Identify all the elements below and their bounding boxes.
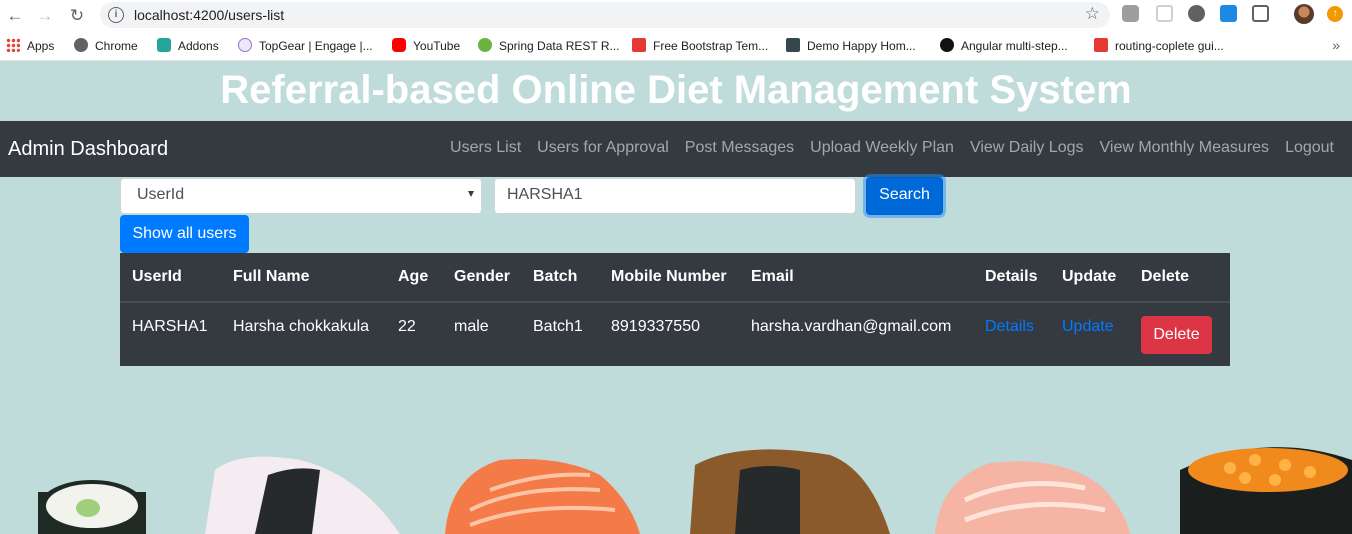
roe-gunkan-image <box>1180 447 1352 534</box>
bookmark-angular[interactable]: Angular multi-step... <box>940 38 1068 54</box>
search-field-select[interactable]: UserId <box>120 178 482 214</box>
cell-userid: HARSHA1 <box>132 318 208 335</box>
cell-full-name: Harsha chokkakula <box>233 318 370 335</box>
nav-users-for-approval[interactable]: Users for Approval <box>537 139 669 157</box>
nav-users-list[interactable]: Users List <box>450 139 521 157</box>
browser-toolbar: ← → ↻ i localhost:4200/users-list ☆ ↑ <box>0 0 1352 31</box>
extension-blue-icon[interactable] <box>1220 5 1237 22</box>
apps-grid-icon <box>6 38 20 52</box>
bookmark-youtube[interactable]: YouTube <box>392 38 460 54</box>
bookmark-addons[interactable]: Addons <box>157 38 219 54</box>
column-header-mobile: Mobile Number <box>611 268 727 285</box>
cell-batch: Batch1 <box>533 318 583 335</box>
table-header-row: UserId Full Name Age Gender Batch Mobile… <box>120 253 1230 303</box>
extension-box-icon[interactable] <box>1156 5 1173 22</box>
bookmarks-bar: Apps Chrome Addons TopGear | Engage |...… <box>0 31 1352 61</box>
address-bar[interactable]: i localhost:4200/users-list ☆ <box>100 2 1110 28</box>
table-row: HARSHA1 Harsha chokkakula 22 male Batch1… <box>120 303 1230 366</box>
page-title: Referral-based Online Diet Management Sy… <box>220 68 1132 112</box>
site-info-icon[interactable]: i <box>108 7 124 23</box>
cell-mobile: 8919337550 <box>611 318 700 335</box>
w3-icon <box>786 38 800 52</box>
column-header-delete: Delete <box>1141 268 1190 285</box>
admin-navbar: Admin Dashboard Users List Users for App… <box>0 121 1352 177</box>
cell-email: harsha.vardhan@gmail.com <box>751 318 952 335</box>
column-header-email: Email <box>751 268 794 285</box>
navbar-brand[interactable]: Admin Dashboard <box>8 138 168 161</box>
show-all-users-button[interactable]: Show all users <box>120 215 249 253</box>
bookmark-apps[interactable]: Apps <box>6 38 54 54</box>
column-header-batch: Batch <box>533 268 578 285</box>
maki-roll-image <box>38 480 146 534</box>
search-button[interactable]: Search <box>866 177 943 215</box>
extension-circle-icon[interactable] <box>1188 5 1205 22</box>
nav-logout[interactable]: Logout <box>1285 139 1334 157</box>
bookmark-routing[interactable]: routing-coplete gui... <box>1094 38 1224 54</box>
eel-nigiri-image <box>690 449 890 534</box>
column-header-gender: Gender <box>454 268 511 285</box>
more-bookmarks-icon[interactable]: » <box>1332 37 1340 53</box>
shrimp-nigiri-image <box>935 461 1130 534</box>
search-field-value: UserId <box>137 186 185 203</box>
puzzle-icon <box>157 38 171 52</box>
salmon-nigiri-image <box>445 459 640 534</box>
details-link[interactable]: Details <box>985 318 1034 336</box>
column-header-full-name: Full Name <box>233 268 310 285</box>
sushi-illustration <box>38 447 1352 534</box>
column-header-details: Details <box>985 268 1038 285</box>
cell-gender: male <box>454 318 489 335</box>
nav-view-monthly-measures[interactable]: View Monthly Measures <box>1100 139 1270 157</box>
white-fish-nigiri-image <box>205 456 400 534</box>
search-input[interactable]: HARSHA1 <box>494 178 856 214</box>
bookmark-topgear[interactable]: TopGear | Engage |... <box>238 38 373 54</box>
extension-c-icon[interactable] <box>1252 5 1269 22</box>
users-table: UserId Full Name Age Gender Batch Mobile… <box>120 253 1230 366</box>
nav-upload-weekly-plan[interactable]: Upload Weekly Plan <box>810 139 954 157</box>
nav-view-daily-logs[interactable]: View Daily Logs <box>970 139 1084 157</box>
bookmark-demo[interactable]: Demo Happy Hom... <box>786 38 916 54</box>
bookmark-bootstrap[interactable]: Free Bootstrap Tem... <box>632 38 768 54</box>
profile-avatar[interactable] <box>1294 4 1314 24</box>
topgear-icon <box>238 38 252 52</box>
back-arrow-icon[interactable]: ← <box>4 5 26 27</box>
bootstrap-s-icon <box>632 38 646 52</box>
column-header-age: Age <box>398 268 429 285</box>
delete-button[interactable]: Delete <box>1141 316 1212 354</box>
bookmark-spring[interactable]: Spring Data REST R... <box>478 38 620 54</box>
reload-icon[interactable]: ↻ <box>66 5 88 27</box>
cell-age: 22 <box>398 318 416 335</box>
extension-cube-icon[interactable] <box>1122 5 1139 22</box>
bookmark-star-icon[interactable]: ☆ <box>1085 4 1100 24</box>
update-link[interactable]: Update <box>1062 318 1114 336</box>
github-icon <box>940 38 954 52</box>
caret-down-icon <box>468 191 474 197</box>
spring-leaf-icon <box>478 38 492 52</box>
bookmark-chrome[interactable]: Chrome <box>74 38 138 54</box>
nav-post-messages[interactable]: Post Messages <box>685 139 794 157</box>
column-header-update: Update <box>1062 268 1117 285</box>
column-header-userid: UserId <box>132 268 182 285</box>
chrome-update-icon[interactable]: ↑ <box>1327 6 1343 22</box>
chrome-icon <box>74 38 88 52</box>
youtube-icon <box>392 38 406 52</box>
forward-arrow-icon[interactable]: → <box>34 5 56 27</box>
routing-icon <box>1094 38 1108 52</box>
nav-links: Users List Users for Approval Post Messa… <box>450 139 1334 157</box>
url-text[interactable]: localhost:4200/users-list <box>134 7 284 23</box>
